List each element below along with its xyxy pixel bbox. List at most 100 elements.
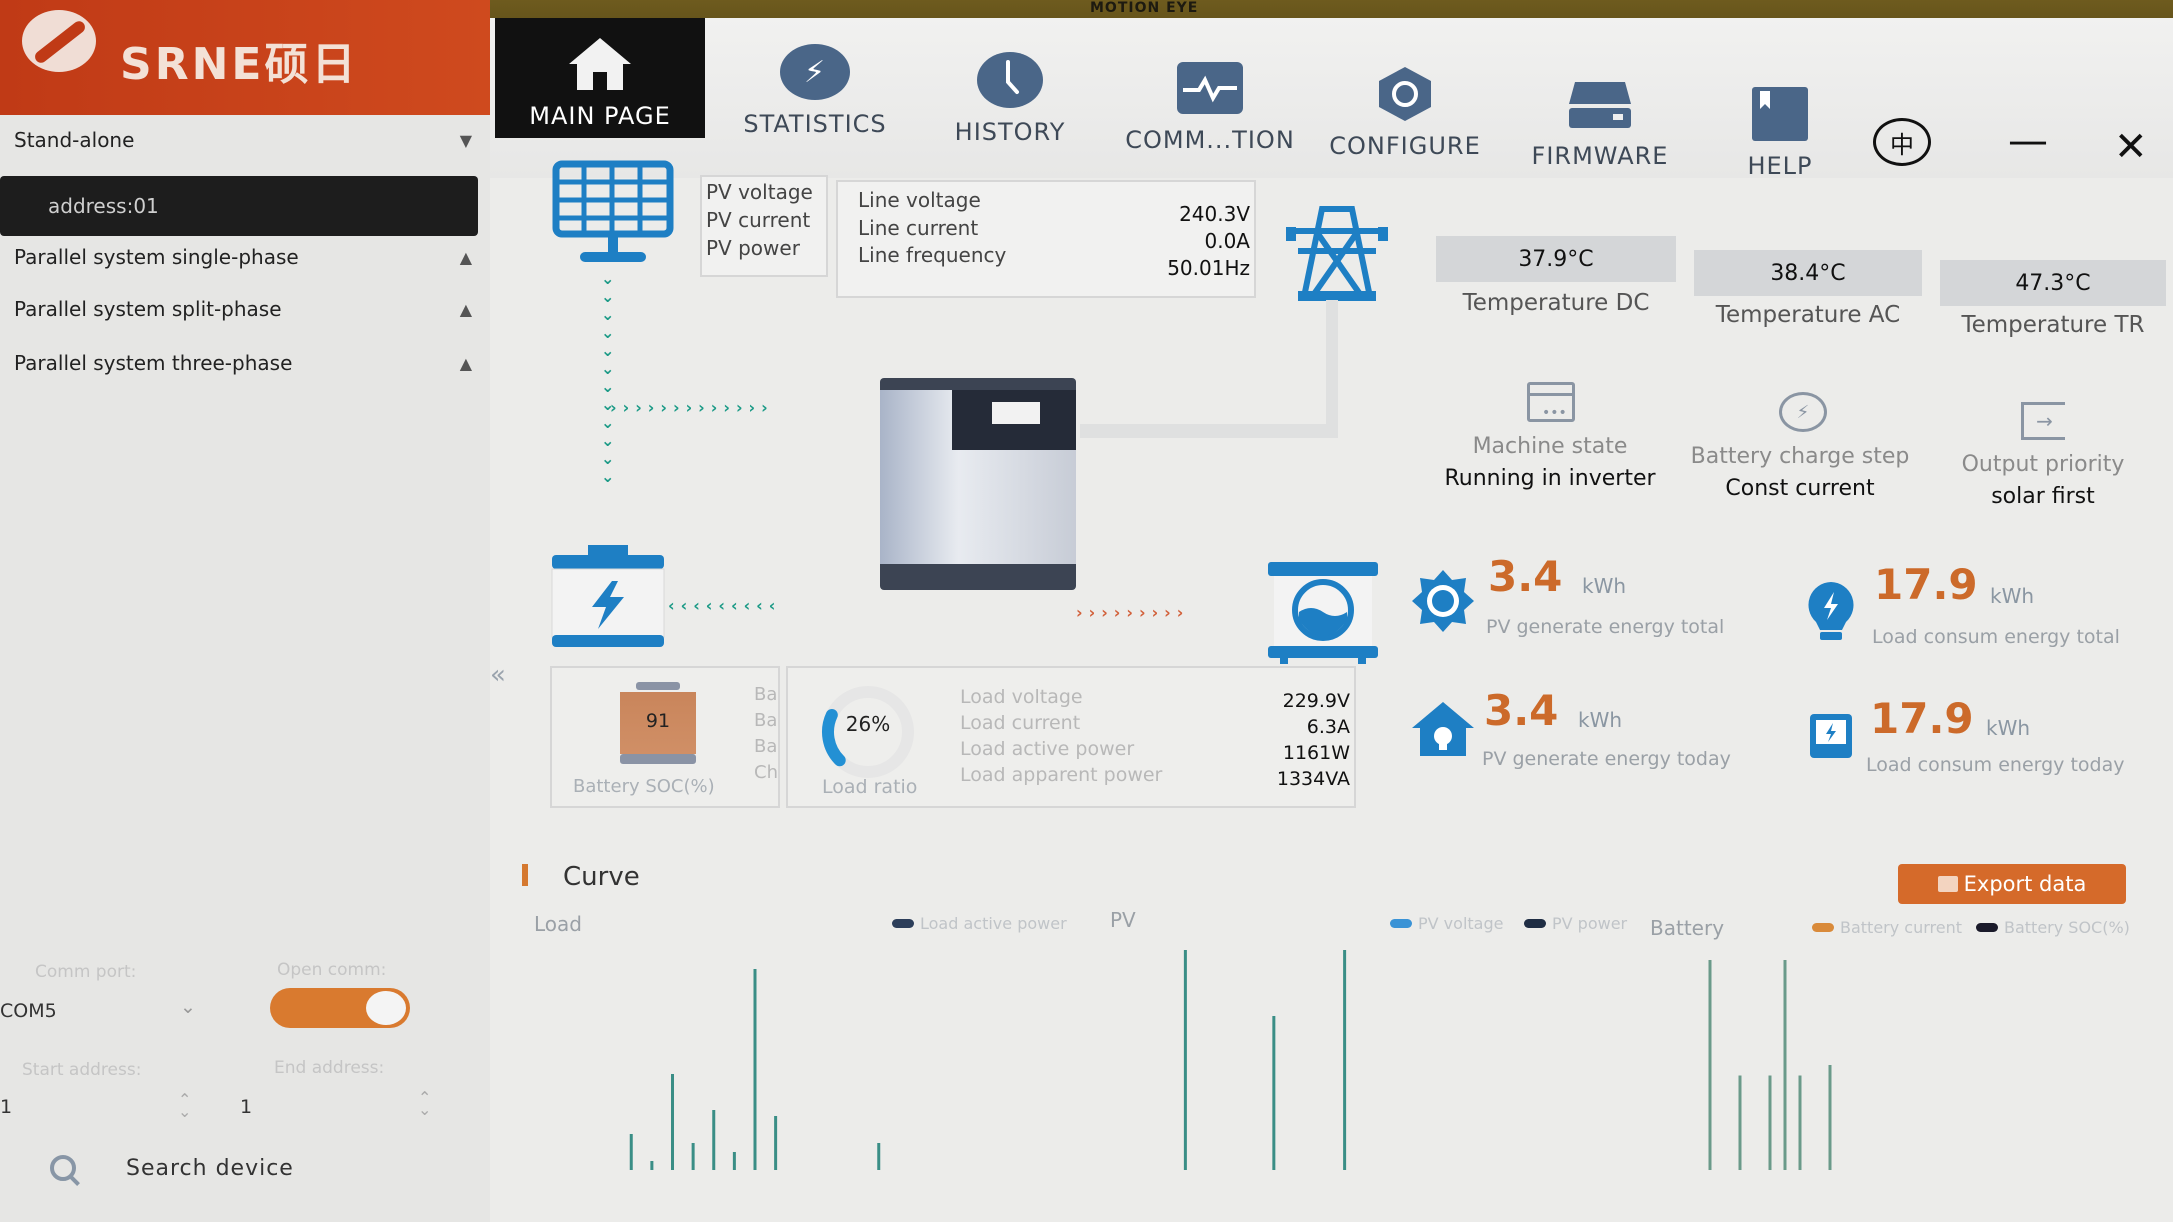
tab-statistics[interactable]: ⚡ STATISTICS [715, 26, 915, 146]
end-address-label: End address: [274, 1058, 385, 1078]
tab-history[interactable]: HISTORY [915, 34, 1105, 154]
machine-icon: ••• [1527, 382, 1575, 422]
load-energy-today-label: Load consum energy today [1866, 754, 2125, 776]
pv-energy-today-value: 3.4 [1484, 686, 1559, 735]
load-energy-today-unit: kWh [1986, 716, 2031, 740]
battery-soc-value: 91 [645, 710, 671, 732]
legend-pv-voltage: PV voltage [1390, 914, 1503, 933]
start-address-input[interactable]: 1 [0, 1096, 12, 1118]
line-frequency-value: 50.01Hz [1167, 256, 1250, 280]
load-current-label: Load current [960, 712, 1081, 734]
load-appliance-icon [1266, 560, 1380, 668]
chart-title-battery: Battery [1650, 916, 1725, 940]
output-priority-value: solar first [1991, 484, 2095, 509]
tab-configure[interactable]: CONFIGURE [1310, 48, 1500, 168]
sidebar: SRNE硕日 Stand-alone ▼ address:01 Parallel… [0, 0, 490, 1222]
end-address-input[interactable]: 1 [240, 1096, 252, 1118]
house-icon [1410, 700, 1476, 762]
sidebar-group-parallel-three[interactable]: Parallel system three-phase ▲ [0, 338, 480, 388]
caret-up-icon: ▲ [459, 247, 472, 267]
minimize-button[interactable]: — [2008, 118, 2048, 164]
comm-port-select[interactable]: COM5 [0, 1000, 57, 1022]
chevron-down-icon[interactable]: ⌄ [180, 996, 196, 1018]
line-frequency-label: Line frequency [858, 243, 1007, 267]
chart-title-pv: PV [1110, 908, 1136, 932]
curve-section-marker [522, 864, 528, 886]
load-ratio-label: Load ratio [822, 776, 918, 798]
hex-nut-icon [1370, 66, 1440, 122]
tab-label: HISTORY [954, 118, 1066, 146]
output-icon: → [2021, 402, 2065, 440]
pv-energy-total-label: PV generate energy total [1486, 616, 1725, 638]
legend-pv-power: PV power [1524, 914, 1627, 933]
load-energy-total-value: 17.9 [1874, 560, 1978, 609]
grid-line-connector [1326, 300, 1338, 438]
export-data-button[interactable]: Export data [1898, 864, 2126, 904]
line-current-label: Line current [858, 216, 979, 240]
export-icon [1937, 876, 1958, 892]
book-icon [1745, 86, 1815, 142]
search-device-label: Search device [126, 1155, 294, 1181]
end-address-stepper[interactable]: ⌃ ⌄ [418, 1090, 431, 1118]
close-button[interactable]: ✕ [2114, 124, 2148, 170]
tab-label: STATISTICS [743, 110, 887, 138]
battery-field-label: Ba [754, 684, 778, 705]
language-button[interactable]: 中 [1873, 118, 1931, 166]
battery-field-label: Ba [754, 736, 778, 757]
battery-charge-step-label: Battery charge step [1690, 444, 1910, 469]
temperature-ac-value: 38.4°C [1694, 250, 1922, 296]
search-icon [50, 1155, 76, 1181]
sidebar-group-parallel-split[interactable]: Parallel system split-phase ▲ [0, 284, 480, 334]
sun-icon [1410, 568, 1476, 638]
legend-label: PV power [1552, 914, 1628, 933]
tab-label: FIRMWARE [1531, 142, 1669, 170]
open-comm-toggle[interactable] [270, 988, 410, 1028]
battery-flow-left: ‹‹‹‹‹‹‹‹‹ [668, 596, 782, 615]
temperature-ac-label: Temperature AC [1715, 302, 1901, 328]
charge-icon: ⚡ [1779, 392, 1827, 432]
search-device-button[interactable]: Search device [50, 1155, 294, 1181]
device-item-address-01[interactable]: address:01 [0, 176, 478, 236]
output-priority-label: Output priority [1961, 452, 2125, 477]
machine-state-value: Running in inverter [1444, 466, 1656, 491]
start-address-label: Start address: [22, 1060, 142, 1080]
pv-energy-today-unit: kWh [1578, 708, 1623, 732]
tab-label: COMM...TION [1125, 126, 1295, 154]
tab-communication[interactable]: COMM...TION [1110, 42, 1310, 162]
tab-help[interactable]: HELP [1710, 68, 1850, 188]
caret-down-icon: ▼ [459, 130, 472, 150]
load-voltage-label: Load voltage [960, 686, 1083, 708]
sidebar-group-parallel-single[interactable]: Parallel system single-phase ▲ [0, 232, 480, 282]
solar-panel-icon [552, 160, 674, 274]
sidebar-group-stand-alone[interactable]: Stand-alone ▼ [0, 115, 480, 165]
export-data-label: Export data [1963, 872, 2087, 896]
legend-load-active-power: Load active power [892, 914, 1067, 933]
device-label: address:01 [48, 194, 159, 218]
caret-up-icon: ▲ [459, 353, 472, 373]
legend-label: Battery current [1840, 918, 1963, 937]
load-active-power-label: Load active power [960, 738, 1135, 760]
legend-battery-soc: Battery SOC(%) [1976, 918, 2130, 937]
double-chevron-left-icon[interactable]: « [490, 660, 506, 690]
load-active-power-value: 1161W [1282, 742, 1350, 764]
tab-firmware[interactable]: FIRMWARE [1500, 58, 1700, 178]
tab-label: CONFIGURE [1329, 132, 1481, 160]
caret-up-icon: ▲ [459, 299, 472, 319]
drive-icon [1565, 76, 1635, 132]
pv-energy-total-value: 3.4 [1488, 552, 1563, 601]
inverter-image [880, 378, 1076, 590]
open-comm-label: Open comm: [277, 960, 387, 980]
load-energy-total-label: Load consum energy total [1872, 626, 2120, 648]
battery-charge-step-value: Const current [1725, 476, 1875, 501]
app-window: MOTION EYE SRNE硕日 Stand-alone ▼ address:… [0, 0, 2173, 1222]
pv-voltage-label: PV voltage [706, 180, 813, 204]
start-address-stepper[interactable]: ⌃ ⌄ [178, 1092, 191, 1120]
tab-main-page[interactable]: MAIN PAGE [495, 18, 705, 138]
meter-icon [1808, 712, 1854, 764]
line-voltage-value: 240.3V [1179, 202, 1250, 226]
legend-label: PV voltage [1418, 914, 1504, 933]
line-current-value: 0.0A [1204, 229, 1251, 253]
sidebar-group-label: Parallel system three-phase [14, 351, 293, 375]
sidebar-group-label: Stand-alone [14, 128, 135, 152]
brand-header: SRNE硕日 [0, 0, 490, 115]
